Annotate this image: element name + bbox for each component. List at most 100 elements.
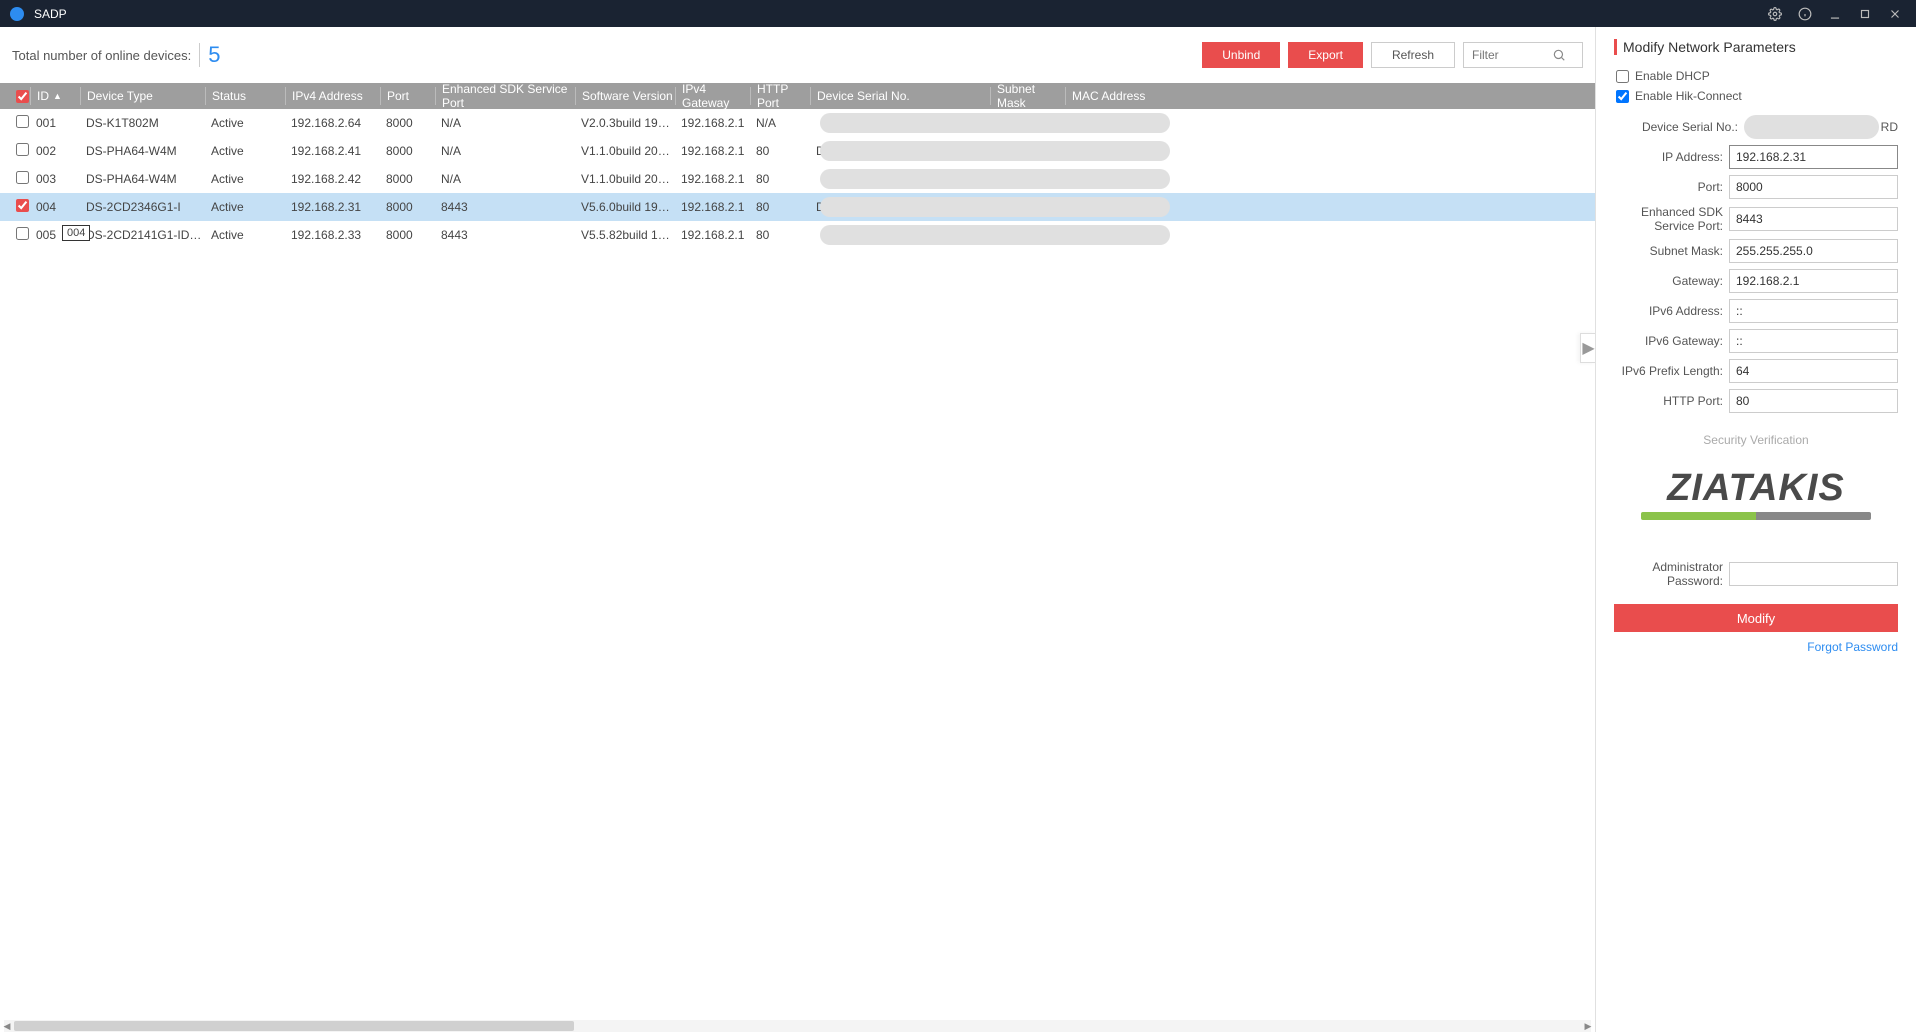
- row-checkbox[interactable]: [16, 171, 29, 184]
- app-title: SADP: [34, 7, 67, 21]
- enable-dhcp-label: Enable DHCP: [1635, 69, 1710, 83]
- ipv6-address-label: IPv6 Address:: [1614, 304, 1729, 318]
- header-mac[interactable]: MAC Address: [1065, 87, 1155, 105]
- row-checkbox[interactable]: [16, 115, 29, 128]
- gear-icon[interactable]: [1764, 3, 1786, 25]
- cell-port: 8000: [380, 144, 435, 158]
- collapse-panel-handle[interactable]: ▶: [1580, 333, 1595, 363]
- gateway-input[interactable]: [1729, 269, 1898, 293]
- horizontal-scrollbar[interactable]: ◀ ▶: [4, 1020, 1591, 1032]
- filter-box[interactable]: [1463, 42, 1583, 68]
- redacted-area: [820, 225, 1170, 245]
- http-port-label: HTTP Port:: [1614, 394, 1729, 408]
- ipv6-gateway-label: IPv6 Gateway:: [1614, 334, 1729, 348]
- row-checkbox[interactable]: [16, 227, 29, 240]
- row-checkbox[interactable]: [16, 143, 29, 156]
- modify-button[interactable]: Modify: [1614, 604, 1898, 632]
- cell-device-type: DS-2CD2346G1-I: [80, 200, 205, 214]
- table-body: 001 DS-K1T802M Active 192.168.2.64 8000 …: [0, 109, 1595, 249]
- gateway-label: Gateway:: [1614, 274, 1729, 288]
- minimize-icon[interactable]: [1824, 3, 1846, 25]
- row-checkbox-cell[interactable]: [10, 171, 30, 187]
- cell-port: 8000: [380, 200, 435, 214]
- separator: [199, 43, 200, 67]
- security-verification-label: Security Verification: [1614, 433, 1898, 447]
- table-row[interactable]: 003 DS-PHA64-W4M Active 192.168.2.42 800…: [0, 165, 1595, 193]
- cell-ipv4: 192.168.2.64: [285, 116, 380, 130]
- cell-software: V1.1.0build 2002...: [575, 144, 675, 158]
- cell-http-port: 80: [750, 172, 810, 186]
- table-row[interactable]: 002 DS-PHA64-W4M Active 192.168.2.41 800…: [0, 137, 1595, 165]
- header-software[interactable]: Software Version: [575, 87, 675, 105]
- port-label: Port:: [1614, 180, 1729, 194]
- ipv6-prefix-input[interactable]: [1729, 359, 1898, 383]
- watermark-logo: ZIATAKIS: [1614, 467, 1898, 520]
- header-sdk-port[interactable]: Enhanced SDK Service Port: [435, 87, 575, 105]
- device-table: ID▲ Device Type Status IPv4 Address Port…: [0, 83, 1595, 1032]
- header-status[interactable]: Status: [205, 87, 285, 105]
- http-port-input[interactable]: [1729, 389, 1898, 413]
- sort-asc-icon: ▲: [53, 91, 62, 101]
- filter-input[interactable]: [1472, 48, 1552, 62]
- cell-device-type: DS-PHA64-W4M: [80, 144, 205, 158]
- sdk-port-input[interactable]: [1729, 207, 1898, 231]
- subnet-mask-input[interactable]: [1729, 239, 1898, 263]
- cell-http-port: 80: [750, 144, 810, 158]
- header-serial[interactable]: Device Serial No.: [810, 87, 990, 105]
- cell-id: 001: [30, 116, 80, 130]
- row-checkbox-cell[interactable]: [10, 115, 30, 131]
- admin-password-input[interactable]: [1729, 562, 1898, 586]
- admin-password-label: Administrator Password:: [1614, 560, 1729, 588]
- ipv6-address-input[interactable]: [1729, 299, 1898, 323]
- header-id[interactable]: ID▲: [30, 87, 80, 105]
- row-checkbox-cell[interactable]: [10, 143, 30, 159]
- header-subnet-mask[interactable]: Subnet Mask: [990, 87, 1065, 105]
- table-row[interactable]: 005 DS-2CD2141G1-IDW1 Active 192.168.2.3…: [0, 221, 1595, 249]
- header-device-type[interactable]: Device Type: [80, 87, 205, 105]
- serial-suffix: RD: [1881, 120, 1898, 134]
- table-row[interactable]: 004 DS-2CD2346G1-I Active 192.168.2.31 8…: [0, 193, 1595, 221]
- header-port[interactable]: Port: [380, 87, 435, 105]
- header-http-port[interactable]: HTTP Port: [750, 87, 810, 105]
- modify-network-panel: Modify Network Parameters Enable DHCP En…: [1596, 27, 1916, 1032]
- row-checkbox-cell[interactable]: [10, 199, 30, 215]
- scroll-left-arrow[interactable]: ◀: [2, 1020, 12, 1032]
- export-button[interactable]: Export: [1288, 42, 1363, 68]
- scrollbar-thumb[interactable]: [14, 1021, 574, 1031]
- header-gateway[interactable]: IPv4 Gateway: [675, 87, 750, 105]
- cell-software: V5.6.0build 1905...: [575, 200, 675, 214]
- ipv6-gateway-input[interactable]: [1729, 329, 1898, 353]
- cell-http-port: 80: [750, 200, 810, 214]
- cell-id: 002: [30, 144, 80, 158]
- enable-dhcp-row[interactable]: Enable DHCP: [1614, 69, 1898, 83]
- ip-address-input[interactable]: [1729, 145, 1898, 169]
- cell-gateway: 192.168.2.1: [675, 200, 750, 214]
- scroll-right-arrow[interactable]: ▶: [1583, 1020, 1593, 1032]
- close-icon[interactable]: [1884, 3, 1906, 25]
- maximize-icon[interactable]: [1854, 3, 1876, 25]
- logo-text: ZIATAKIS: [1614, 467, 1898, 510]
- cell-ipv4: 192.168.2.42: [285, 172, 380, 186]
- cell-gateway: 192.168.2.1: [675, 172, 750, 186]
- header-ipv4[interactable]: IPv4 Address: [285, 87, 380, 105]
- table-row[interactable]: 001 DS-K1T802M Active 192.168.2.64 8000 …: [0, 109, 1595, 137]
- row-checkbox-cell[interactable]: [10, 227, 30, 243]
- enable-dhcp-checkbox[interactable]: [1616, 70, 1629, 83]
- info-icon[interactable]: [1794, 3, 1816, 25]
- cell-software: V2.0.3build 1903...: [575, 116, 675, 130]
- unbind-button[interactable]: Unbind: [1202, 42, 1280, 68]
- port-input[interactable]: [1729, 175, 1898, 199]
- row-checkbox[interactable]: [16, 199, 29, 212]
- forgot-password-link[interactable]: Forgot Password: [1614, 640, 1898, 654]
- serial-label: Device Serial No.:: [1614, 120, 1744, 134]
- enable-hik-row[interactable]: Enable Hik-Connect: [1614, 89, 1898, 103]
- cell-gateway: 192.168.2.1: [675, 144, 750, 158]
- enable-hik-checkbox[interactable]: [1616, 90, 1629, 103]
- refresh-button[interactable]: Refresh: [1371, 42, 1455, 68]
- subnet-mask-label: Subnet Mask:: [1614, 244, 1729, 258]
- redacted-area: [820, 113, 1170, 133]
- cell-status: Active: [205, 116, 285, 130]
- cell-id: 004: [30, 200, 80, 214]
- header-checkbox[interactable]: [10, 87, 30, 105]
- search-icon: [1552, 48, 1566, 62]
